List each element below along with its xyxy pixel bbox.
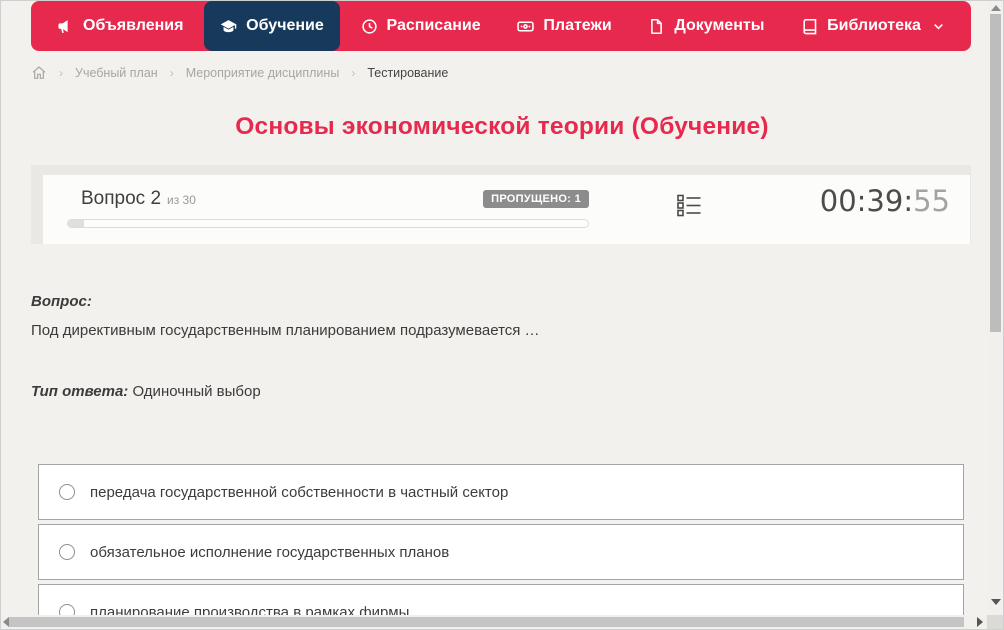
answer-option-label: обязательное исполнение государственных … [90, 543, 450, 561]
breadcrumb: › Учебный план › Мероприятие дисциплины … [31, 63, 448, 83]
breadcrumb-separator: › [351, 66, 356, 80]
question-total: из 30 [167, 193, 196, 207]
clock-icon [361, 18, 378, 35]
answer-option-label: передача государственной собственности в… [90, 483, 509, 501]
answer-type-row: Тип ответа: Одиночный выбор [31, 383, 936, 402]
question-label: Вопрос: [31, 293, 92, 310]
timer: 00:39:55 [820, 184, 950, 218]
nav-item-label: Расписание [386, 17, 481, 34]
nav-item-learning[interactable]: Обучение [204, 1, 340, 51]
nav-item-announcements[interactable]: Объявления [41, 1, 199, 51]
scroll-up-arrow-icon[interactable] [991, 5, 1001, 11]
nav-item-label: Документы [674, 17, 765, 34]
book-icon [801, 18, 818, 35]
document-icon [648, 18, 665, 35]
graduation-cap-icon [220, 18, 237, 35]
progress-bar [67, 219, 589, 228]
scrollbar-corner [987, 615, 1003, 629]
radio-button[interactable] [59, 484, 75, 500]
answer-type-label: Тип ответа: [31, 382, 129, 400]
nav-item-label: Библиотека [827, 17, 921, 34]
banknote-icon [517, 18, 535, 35]
timer-minutes: 00:39: [819, 184, 914, 218]
nav-item-library[interactable]: Библиотека [785, 1, 961, 51]
main-nav: Объявления Обучение Расписание Платежи Д… [31, 1, 971, 51]
answer-option-1[interactable]: передача государственной собственности в… [38, 464, 964, 520]
radio-button[interactable] [59, 544, 75, 560]
breadcrumb-item-curriculum[interactable]: Учебный план [75, 66, 158, 80]
breadcrumb-item-discipline-events[interactable]: Мероприятие дисциплины [186, 66, 340, 80]
question-text: Под директивным государственным планиров… [31, 321, 540, 339]
nav-item-label: Объявления [83, 17, 184, 34]
answer-option-2[interactable]: обязательное исполнение государственных … [38, 524, 964, 580]
question-header-band: Вопрос 2 из 30 ПРОПУЩЕНО: 1 00:39:55 [31, 165, 971, 244]
skipped-badge: ПРОПУЩЕНО: 1 [483, 190, 589, 208]
scroll-right-arrow-icon[interactable] [977, 617, 983, 627]
page-title: Основы экономической теории (Обучение) [235, 113, 769, 140]
chevron-down-icon [930, 20, 945, 33]
nav-item-schedule[interactable]: Расписание [345, 1, 497, 51]
question-number: Вопрос 2 из 30 [81, 188, 196, 209]
megaphone-icon [57, 18, 74, 35]
nav-item-documents[interactable]: Документы [632, 1, 780, 51]
scroll-down-arrow-icon[interactable] [991, 599, 1001, 605]
question-list-icon[interactable] [676, 192, 703, 219]
home-icon[interactable] [31, 65, 47, 81]
breadcrumb-item-testing: Тестирование [367, 66, 449, 80]
breadcrumb-separator: › [59, 66, 63, 80]
breadcrumb-separator: › [169, 66, 174, 80]
question-header-card: Вопрос 2 из 30 ПРОПУЩЕНО: 1 00:39:55 [43, 175, 970, 244]
answers-list: передача государственной собственности в… [38, 464, 964, 629]
question-progress-block: Вопрос 2 из 30 ПРОПУЩЕНО: 1 [67, 188, 589, 228]
nav-item-label: Платежи [543, 17, 612, 34]
nav-item-payments[interactable]: Платежи [501, 1, 627, 51]
horizontal-scrollbar-thumb[interactable] [9, 617, 964, 627]
horizontal-scrollbar[interactable] [1, 615, 989, 629]
timer-seconds: 55 [913, 184, 950, 218]
question-body: Вопрос: Под директивным государственным … [31, 293, 936, 401]
nav-item-label: Обучение [246, 17, 324, 34]
answer-type-value: Одиночный выбор [132, 382, 261, 400]
vertical-scrollbar[interactable] [988, 1, 1003, 617]
progress-bar-fill [68, 220, 84, 227]
test-page: Объявления Обучение Расписание Платежи Д… [0, 0, 1004, 630]
vertical-scrollbar-thumb[interactable] [990, 14, 1001, 332]
